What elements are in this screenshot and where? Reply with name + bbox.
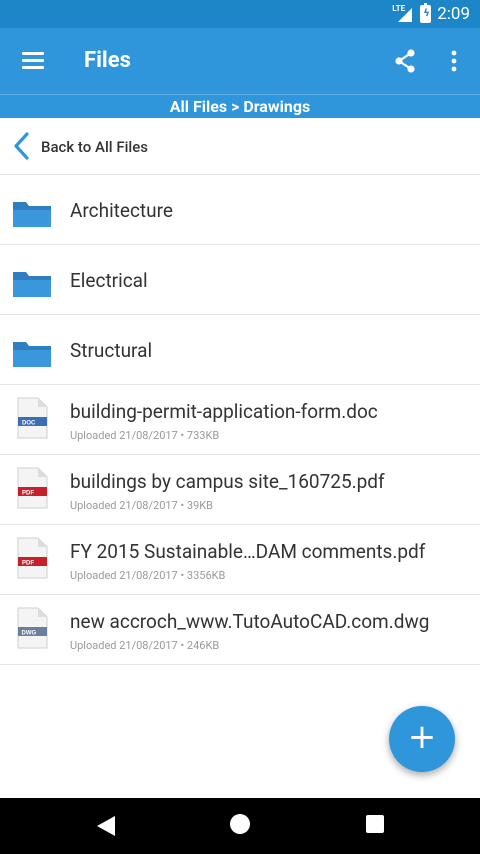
battery-icon: ϟ	[420, 3, 432, 23]
file-meta: Uploaded 21/08/2017 • 3356KB	[70, 569, 226, 582]
folder-item[interactable]: Architecture	[0, 175, 480, 245]
file-item[interactable]: PDF FY 2015 Sustainable…DAM comments.pdf…	[0, 525, 480, 595]
back-label: Back to All Files	[41, 138, 148, 156]
menu-icon[interactable]	[22, 52, 44, 70]
svg-text:PDF: PDF	[22, 561, 34, 567]
folder-name: Electrical	[70, 269, 148, 292]
file-name: FY 2015 Sustainable…DAM comments.pdf	[70, 540, 426, 563]
folder-icon	[13, 272, 51, 297]
pdf-file-icon: PDF	[17, 467, 48, 509]
file-item[interactable]: DOC building-permit-application-form.doc…	[0, 385, 480, 455]
file-list: Architecture Electrical Structural DOC b…	[0, 175, 480, 665]
file-name: buildings by campus site_160725.pdf	[70, 470, 385, 493]
more-options-icon[interactable]	[444, 48, 464, 74]
chevron-left-icon	[14, 132, 29, 160]
signal-icon: LTE	[392, 4, 414, 24]
app-bar: Files	[0, 28, 480, 94]
breadcrumb: All Files > Drawings	[0, 94, 480, 118]
file-meta: Uploaded 21/08/2017 • 39KB	[70, 499, 214, 512]
status-bar: LTE ϟ 2:09	[0, 0, 480, 28]
svg-text:DWG: DWG	[22, 631, 37, 637]
file-item[interactable]: DWG new accroch_www.TutoAutoCAD.com.dwg …	[0, 595, 480, 665]
file-meta: Uploaded 21/08/2017 • 733KB	[70, 429, 220, 442]
status-time: 2:09	[437, 4, 470, 24]
pdf-file-icon: PDF	[17, 537, 48, 579]
share-icon[interactable]	[392, 48, 418, 74]
system-nav-bar	[0, 798, 480, 854]
dwg-file-icon: DWG	[17, 607, 48, 649]
nav-home-icon[interactable]	[230, 814, 250, 834]
svg-text:PDF: PDF	[22, 491, 34, 497]
nav-back-icon[interactable]	[95, 814, 117, 838]
status-icons: LTE ϟ 2:09	[392, 3, 470, 24]
file-meta: Uploaded 21/08/2017 • 246KB	[70, 639, 220, 652]
doc-file-icon: DOC	[17, 397, 48, 439]
folder-name: Structural	[70, 339, 153, 362]
folder-item[interactable]: Structural	[0, 315, 480, 385]
folder-icon	[13, 342, 51, 367]
add-button[interactable]: +	[389, 706, 455, 772]
nav-recents-icon[interactable]	[366, 815, 384, 833]
file-name: building-permit-application-form.doc	[70, 400, 378, 423]
file-item[interactable]: PDF buildings by campus site_160725.pdf …	[0, 455, 480, 525]
svg-text:DOC: DOC	[22, 421, 36, 427]
folder-item[interactable]: Electrical	[0, 245, 480, 315]
folder-name: Architecture	[70, 199, 173, 222]
folder-icon	[13, 202, 51, 227]
back-to-all-files-button[interactable]: Back to All Files	[0, 118, 480, 175]
file-name: new accroch_www.TutoAutoCAD.com.dwg	[70, 610, 430, 633]
page-title: Files	[84, 48, 131, 73]
